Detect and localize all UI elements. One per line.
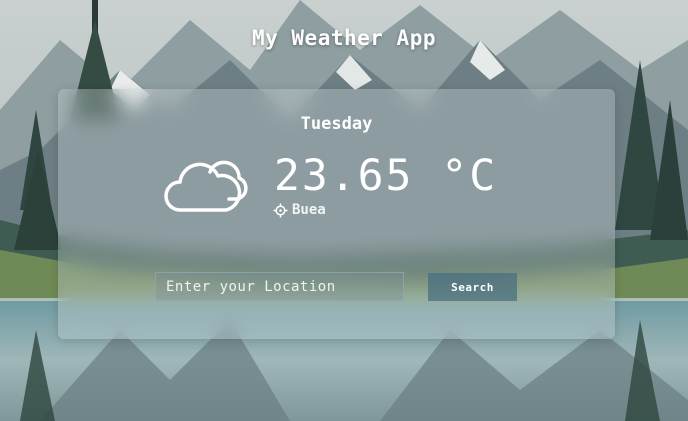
location-row: Buea [273,202,326,218]
location-name: Buea [292,202,326,218]
crosshair-icon [273,203,288,217]
day-label: Tuesday [300,114,373,134]
cloud-icon [164,160,248,212]
weather-card: Tuesday 23.65 °C Buea Search [58,89,615,339]
location-search-input[interactable] [155,272,404,301]
temperature: 23.65 °C [274,151,498,201]
app-title: My Weather App [251,26,436,50]
search-button[interactable]: Search [428,273,517,301]
